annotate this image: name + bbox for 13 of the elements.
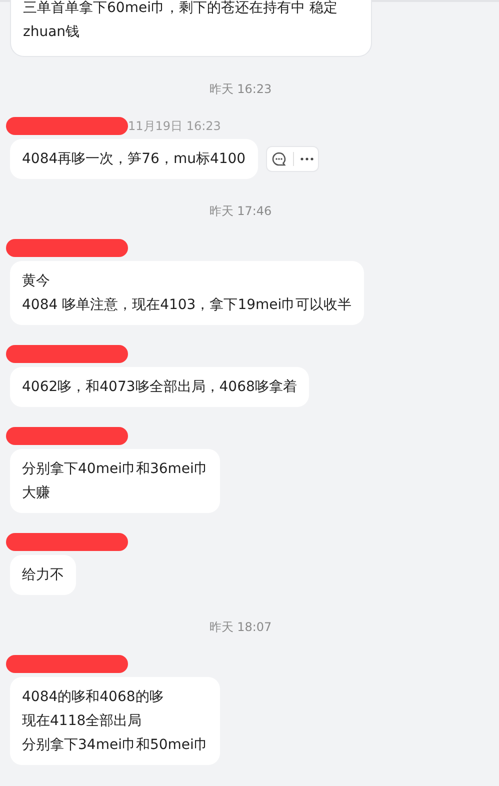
timestamp: 昨天 16:23 [209,81,272,97]
timestamp: 昨天 18:07 [209,619,272,635]
more-icon[interactable] [300,157,314,161]
message-text: 黄今 4084 哆单注意，现在4103，拿下19mei巾可以收半 [22,272,352,315]
message-text: 给力不 [22,566,64,585]
message-text: 4084再哆一次，笋76，mu标4100 [22,150,246,169]
message-time: 11月19日 16:23 [128,118,221,134]
comment-icon[interactable] [270,151,287,167]
timestamp: 昨天 17:46 [209,203,272,219]
message-text: 4084的哆和4068的哆 现在4118全部出局 分别拿下34mei巾和50mei巾 [22,688,208,755]
message-text: 分别拿下40mei巾和36mei巾 大赚 [22,460,208,503]
message-text: 三单首单拿下60mei巾，剩下的苍还在持有中 稳定 zhuan钱 [23,0,338,42]
message-text: 4062哆，和4073哆全部出局，4068哆拿着 [22,378,297,397]
